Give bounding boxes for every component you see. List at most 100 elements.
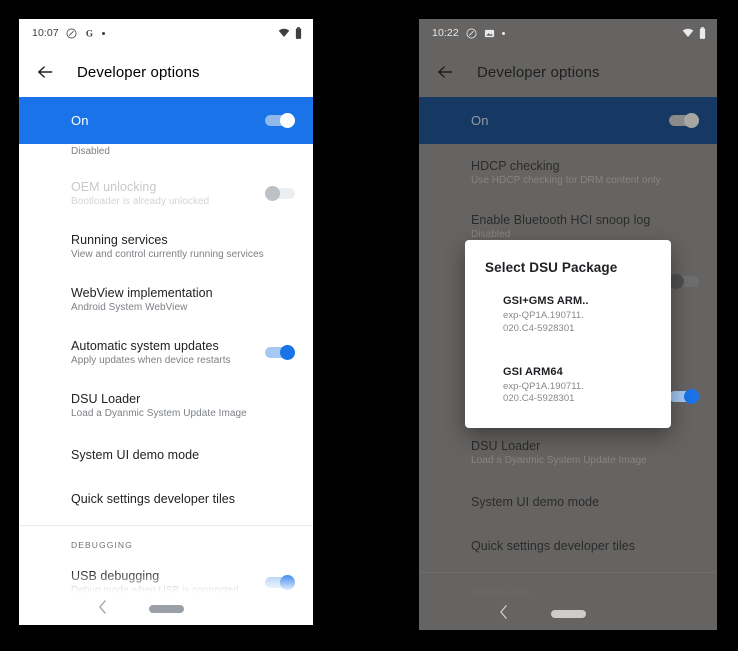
row-title: DSU Loader xyxy=(71,392,141,406)
row-quick-settings-developer-tiles[interactable]: Quick settings developer tiles xyxy=(419,525,717,569)
nav-home-pill[interactable] xyxy=(148,605,184,613)
master-toggle-label: On xyxy=(471,113,489,128)
row-title: Quick settings developer tiles xyxy=(471,539,636,553)
switch-thumb xyxy=(669,274,684,289)
row-texts: Quick settings developer tiles xyxy=(471,539,635,553)
row-title: WebView implementation xyxy=(71,286,213,300)
google-g-icon: G xyxy=(84,28,95,39)
left-navigation-bar xyxy=(19,593,313,625)
developer-options-master-toggle-row[interactable]: On xyxy=(419,97,717,144)
row-texts: OEM unlocking Bootloader is already unlo… xyxy=(71,180,209,207)
row-subtitle: Android System WebView xyxy=(71,302,188,313)
row-dsu-loader[interactable]: DSU Loader Load a Dyanmic System Update … xyxy=(419,423,717,479)
master-toggle-switch[interactable] xyxy=(669,113,699,128)
dialog-option-name: GSI ARM64 xyxy=(503,365,563,378)
oem-unlocking-switch[interactable] xyxy=(265,186,295,201)
left-app-bar: Developer options xyxy=(19,47,313,97)
row-dsu-loader[interactable]: DSU Loader Load a Dyanmic System Update … xyxy=(19,379,313,432)
nav-back-icon[interactable] xyxy=(98,600,107,618)
image-icon xyxy=(484,28,495,39)
page-title: Developer options xyxy=(77,63,200,81)
dialog-option-name: GSI+GMS ARM.. xyxy=(503,295,589,307)
status-bar-clock: 10:07 xyxy=(32,27,59,39)
screenshot-stage: 10:07 G Developer options On Disabled OE… xyxy=(0,0,738,651)
row-title: System UI demo mode xyxy=(71,448,200,462)
row-subtitle: Use HDCP checking for DRM content only xyxy=(471,175,661,186)
svg-text:G: G xyxy=(86,28,93,38)
master-toggle-switch[interactable] xyxy=(265,113,295,128)
switch-thumb xyxy=(280,113,295,128)
nav-back-icon[interactable] xyxy=(499,605,508,623)
list-bottom-fade xyxy=(19,571,313,593)
status-bar-right-group xyxy=(682,27,706,39)
select-dsu-package-dialog[interactable]: Select DSU Package GSI+GMS ARM.. exp-QP1… xyxy=(465,240,671,429)
dot-icon xyxy=(101,31,105,35)
automatic-system-updates-switch[interactable] xyxy=(669,389,699,404)
battery-icon xyxy=(295,27,302,39)
do-not-disturb-icon xyxy=(466,28,477,39)
do-not-disturb-icon xyxy=(66,28,77,39)
row-subtitle: Apply updates when device restarts xyxy=(71,355,231,366)
row-texts: WebView implementation Android System We… xyxy=(71,286,213,313)
automatic-system-updates-switch[interactable] xyxy=(265,345,295,360)
row-texts: System UI demo mode xyxy=(71,448,199,462)
row-subtitle: Load a Dyanmic System Update Image xyxy=(71,408,247,419)
nav-home-pill[interactable] xyxy=(550,610,586,618)
row-texts: System UI demo mode xyxy=(471,495,599,509)
section-header-debugging: DEBUGGING xyxy=(71,540,133,550)
row-texts: Automatic system updates Apply updates w… xyxy=(71,339,231,366)
left-screen: 10:07 G Developer options On Disabled OE… xyxy=(19,19,313,625)
row-subtitle: View and control currently running servi… xyxy=(71,249,264,260)
wifi-icon xyxy=(278,28,290,38)
dialog-option-build: exp-QP1A.190711. 020.C4-5928301 xyxy=(503,310,584,334)
right-screen: 10:22 Developer options On HDCP checking… xyxy=(419,19,717,630)
row-title: Running services xyxy=(71,233,168,247)
master-toggle-label: On xyxy=(71,113,89,128)
phone-screenshot-left: 10:07 G Developer options On Disabled OE… xyxy=(19,19,313,625)
switch-thumb xyxy=(684,389,699,404)
row-system-ui-demo-mode[interactable]: System UI demo mode xyxy=(419,479,717,525)
status-bar-left-group: 10:22 xyxy=(432,27,505,39)
left-settings-list: Disabled OEM unlocking Bootloader is alr… xyxy=(19,138,313,625)
row-running-services[interactable]: Running services View and control curren… xyxy=(19,220,313,273)
row-quick-settings-developer-tiles[interactable]: Quick settings developer tiles xyxy=(19,478,313,522)
back-arrow-icon[interactable] xyxy=(435,62,455,82)
row-subtitle: Load a Dyanmic System Update Image xyxy=(471,455,647,466)
row-texts: HDCP checking Use HDCP checking for DRM … xyxy=(471,159,661,186)
row-oem-unlocking[interactable]: OEM unlocking Bootloader is already unlo… xyxy=(19,167,313,220)
wifi-icon xyxy=(682,28,694,38)
obscured-row-switch[interactable] xyxy=(669,274,699,289)
row-hdcp-checking[interactable]: HDCP checking Use HDCP checking for DRM … xyxy=(419,144,717,199)
developer-options-master-toggle-row[interactable]: On xyxy=(19,97,313,144)
dialog-option-gsi-arm64[interactable]: GSI ARM64 exp-QP1A.190711. 020.C4-592830… xyxy=(465,360,671,415)
row-texts: DSU Loader Load a Dyanmic System Update … xyxy=(71,392,247,419)
row-system-ui-demo-mode[interactable]: System UI demo mode xyxy=(19,432,313,478)
dialog-title: Select DSU Package xyxy=(485,260,618,275)
row-title: Automatic system updates xyxy=(71,339,219,353)
battery-icon xyxy=(699,27,706,39)
switch-thumb xyxy=(684,113,699,128)
status-bar-clock: 10:22 xyxy=(432,27,459,39)
right-app-bar: Developer options xyxy=(419,47,717,97)
row-title: Quick settings developer tiles xyxy=(71,492,236,506)
phone-screenshot-right: 10:22 Developer options On HDCP checking… xyxy=(419,19,717,630)
switch-thumb xyxy=(280,345,295,360)
row-title: System UI demo mode xyxy=(471,495,600,509)
dialog-option-gsi-gms-arm[interactable]: GSI+GMS ARM.. exp-QP1A.190711. 020.C4-59… xyxy=(465,289,671,344)
row-subtitle: Bootloader is already unlocked xyxy=(71,196,210,207)
status-bar-left-group: 10:07 G xyxy=(32,27,105,39)
right-navigation-bar xyxy=(419,598,717,630)
status-bar-right-group xyxy=(278,27,302,39)
row-webview-implementation[interactable]: WebView implementation Android System We… xyxy=(19,273,313,326)
row-texts: Enable Bluetooth HCI snoop log Disabled xyxy=(471,213,650,240)
back-arrow-icon[interactable] xyxy=(35,62,55,82)
row-subtitle: Disabled xyxy=(471,229,511,240)
row-texts: Quick settings developer tiles xyxy=(71,492,235,506)
row-texts: DSU Loader Load a Dyanmic System Update … xyxy=(471,439,647,466)
row-automatic-system-updates[interactable]: Automatic system updates Apply updates w… xyxy=(19,326,313,379)
left-status-bar: 10:07 G xyxy=(19,19,313,47)
page-title: Developer options xyxy=(477,63,600,81)
row-texts: Running services View and control curren… xyxy=(71,233,264,260)
partial-row-subtitle: Disabled xyxy=(71,146,110,157)
right-status-bar: 10:22 xyxy=(419,19,717,47)
